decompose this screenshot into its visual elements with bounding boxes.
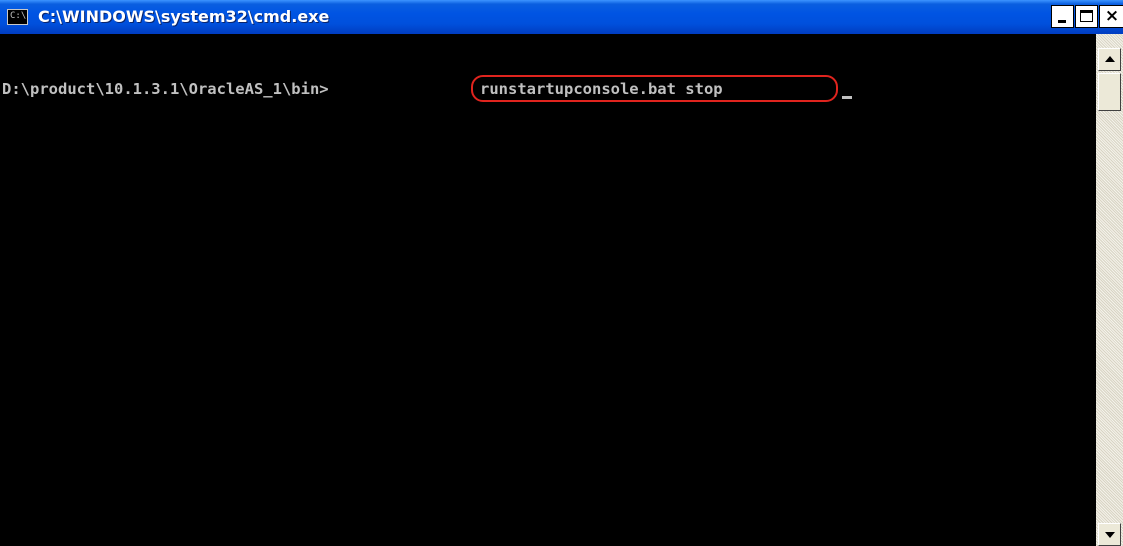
minimize-button[interactable] bbox=[1051, 5, 1074, 28]
title-bar[interactable]: C:\ C:\WINDOWS\system32\cmd.exe × bbox=[0, 0, 1123, 34]
console-prompt: D:\product\10.1.3.1\OracleAS_1\bin> bbox=[2, 80, 329, 98]
console-output[interactable]: D:\product\10.1.3.1\OracleAS_1\bin> runs… bbox=[0, 34, 1096, 546]
scroll-down-button[interactable] bbox=[1098, 523, 1121, 546]
maximize-icon bbox=[1080, 10, 1093, 22]
window-title: C:\WINDOWS\system32\cmd.exe bbox=[38, 7, 330, 26]
scroll-up-arrow-icon bbox=[1105, 56, 1115, 62]
maximize-button[interactable] bbox=[1075, 5, 1098, 28]
close-button[interactable]: × bbox=[1099, 5, 1123, 28]
scroll-up-button[interactable] bbox=[1098, 48, 1121, 71]
command-highlight-annotation bbox=[471, 75, 838, 102]
text-cursor bbox=[842, 96, 852, 99]
scrollbar-thumb[interactable] bbox=[1098, 73, 1121, 111]
cmd-icon[interactable]: C:\ bbox=[7, 9, 28, 25]
vertical-scrollbar[interactable] bbox=[1096, 34, 1123, 546]
console-line: D:\product\10.1.3.1\OracleAS_1\bin> runs… bbox=[0, 78, 723, 100]
cmd-window: C:\ C:\WINDOWS\system32\cmd.exe × D:\pro… bbox=[0, 0, 1123, 546]
scroll-down-arrow-icon bbox=[1105, 532, 1115, 538]
minimize-icon bbox=[1058, 20, 1066, 23]
close-icon: × bbox=[1104, 6, 1120, 26]
